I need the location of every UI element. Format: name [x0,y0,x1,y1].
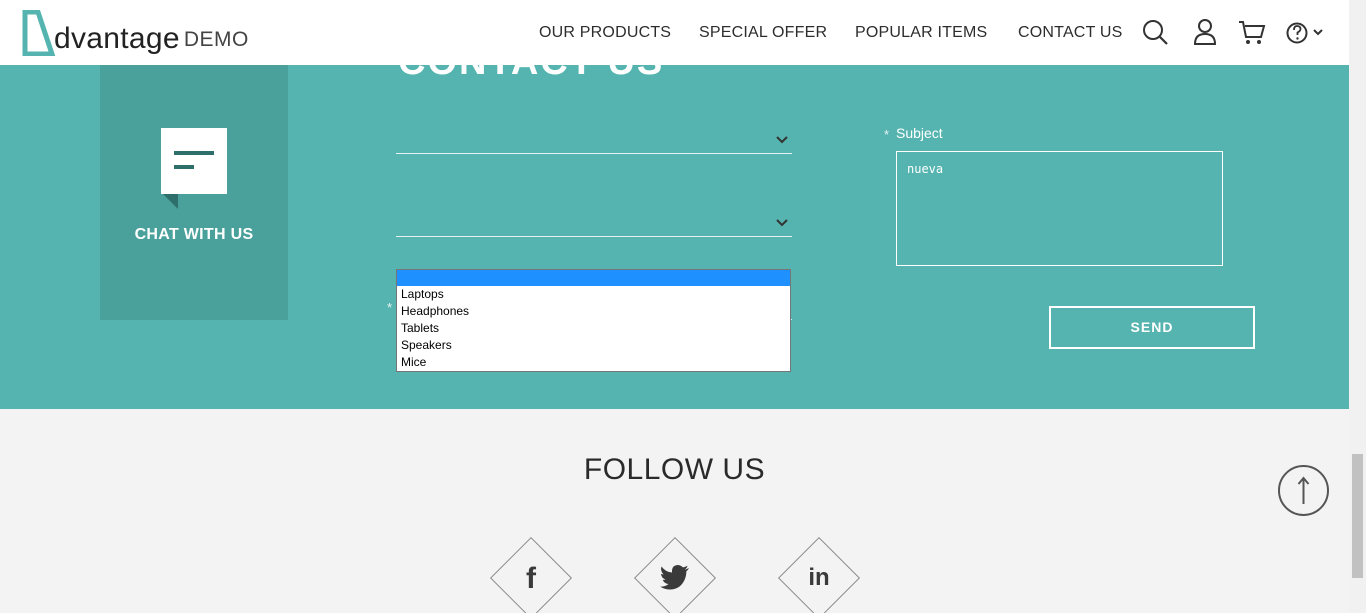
cart-icon[interactable] [1238,18,1266,48]
dropdown-option-tablets[interactable]: Tablets [397,320,790,337]
nav-contact-us[interactable]: CONTACT US [1018,24,1123,42]
linkedin-icon: in [778,537,860,613]
dropdown-option-headphones[interactable]: Headphones [397,303,790,320]
dropdown-option-mice[interactable]: Mice [397,354,790,371]
user-icon[interactable] [1193,18,1217,48]
category-dropdown-list[interactable]: Laptops Headphones Tablets Speakers Mice [396,269,791,372]
chat-bubble-icon [161,128,227,209]
dropdown-option-laptops[interactable]: Laptops [397,286,790,303]
subject-textarea[interactable]: nueva [896,151,1223,266]
arrow-up-icon [1297,476,1310,504]
linkedin-link[interactable]: in [777,536,861,613]
nav-our-products[interactable]: OUR PRODUCTS [539,24,671,42]
select-underline [396,153,792,154]
back-to-top-button[interactable] [1278,465,1329,516]
logo-mark-icon [22,10,56,56]
facebook-glyph: f [526,561,536,595]
logo[interactable]: dvantage DEMO [22,10,249,56]
nav-special-offer[interactable]: SPECIAL OFFER [699,24,827,42]
chat-with-us-label: CHAT WITH US [134,226,254,243]
select-underline [396,236,792,237]
help-icon[interactable] [1286,18,1328,48]
required-marker: * [884,127,890,142]
facebook-link[interactable]: f [489,536,573,613]
subject-label: Subject [896,125,943,141]
page-scrollbar[interactable] [1349,0,1366,613]
dropdown-option-speakers[interactable]: Speakers [397,337,790,354]
dropdown-option-empty[interactable] [397,270,790,286]
site-header: dvantage DEMO OUR PRODUCTS SPECIAL OFFER… [0,0,1349,65]
scrollbar-thumb[interactable] [1352,454,1363,578]
nav-popular-items[interactable]: POPULAR ITEMS [855,24,987,42]
logo-demo: DEMO [183,28,249,51]
logo-word: dvantage [54,22,180,55]
product-select[interactable] [396,208,792,238]
facebook-icon: f [490,537,572,613]
contact-title: CONTACT US [398,65,664,84]
category-select[interactable] [396,125,792,155]
twitter-icon [634,537,716,613]
chevron-down-icon [776,136,788,144]
required-marker: * [387,300,393,315]
chevron-down-icon [776,219,788,227]
follow-us-title: FOLLOW US [583,453,766,486]
search-icon[interactable] [1142,18,1170,48]
linkedin-glyph: in [808,564,830,591]
send-button[interactable]: SEND [1049,306,1255,349]
chat-with-us-card[interactable]: CHAT WITH US [100,65,288,320]
twitter-link[interactable] [633,536,717,613]
